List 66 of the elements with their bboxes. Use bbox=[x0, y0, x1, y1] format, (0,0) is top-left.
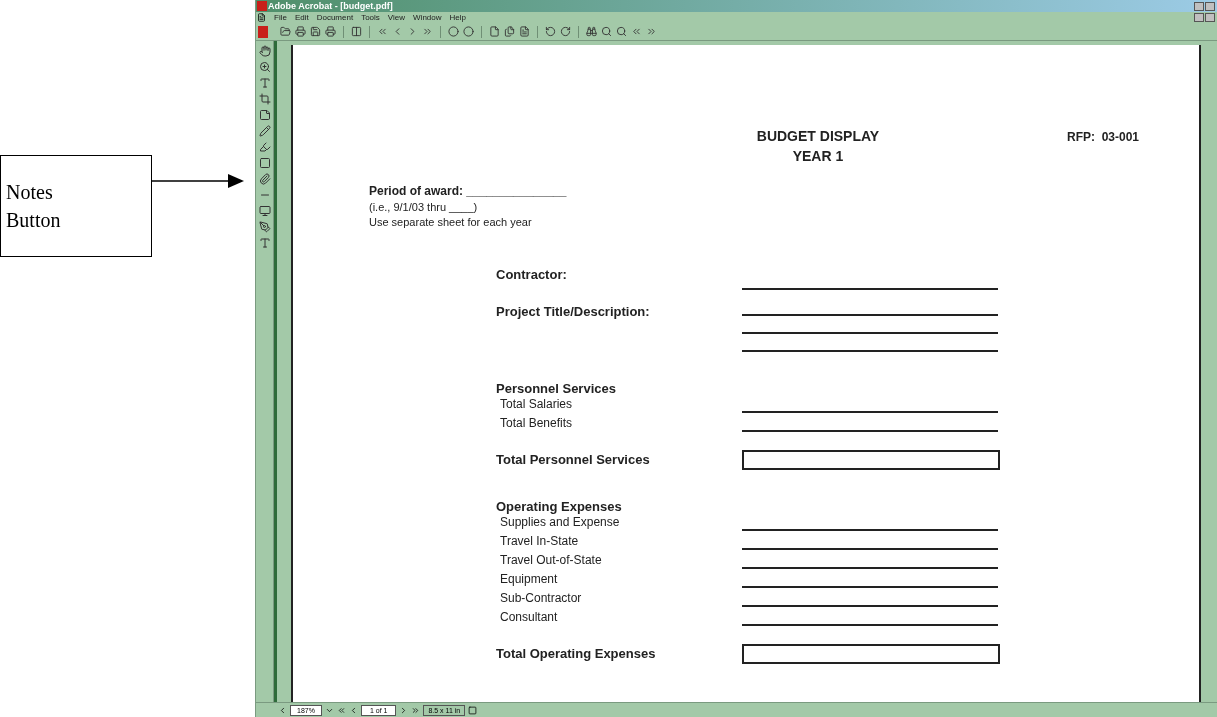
form-label: Sub-Contractor bbox=[499, 590, 583, 607]
pages-icon[interactable] bbox=[504, 26, 515, 37]
year-label: YEAR 1 bbox=[792, 147, 844, 166]
form-label: Total Personnel Services bbox=[496, 451, 651, 470]
highlighter-icon[interactable] bbox=[258, 141, 271, 153]
last-page-icon[interactable] bbox=[411, 705, 421, 715]
form-label: Travel Out-of-State bbox=[499, 552, 603, 569]
document-icon[interactable] bbox=[519, 26, 530, 37]
hand-icon[interactable] bbox=[258, 45, 271, 57]
pen-icon[interactable] bbox=[258, 221, 271, 233]
form-label: Supplies and Expense bbox=[499, 514, 621, 531]
menu-item[interactable]: File bbox=[274, 13, 287, 22]
document-icon bbox=[257, 13, 266, 22]
form-label: Travel In-State bbox=[499, 533, 580, 550]
page-layout-icon[interactable] bbox=[468, 705, 478, 715]
total-field[interactable] bbox=[742, 450, 1000, 470]
pencil-icon[interactable] bbox=[258, 125, 271, 137]
search-icon[interactable] bbox=[601, 26, 612, 37]
menu-item[interactable]: Tools bbox=[361, 13, 380, 22]
form-icon[interactable] bbox=[258, 157, 271, 169]
menu-item[interactable]: View bbox=[387, 13, 406, 22]
zoom-icon[interactable] bbox=[258, 61, 271, 73]
instruction-text: (i.e., 9/1/03 thru ____) bbox=[369, 200, 479, 215]
instruction-text: Use separate sheet for each year bbox=[369, 215, 533, 230]
app-icon bbox=[257, 1, 267, 11]
search-icon[interactable] bbox=[616, 26, 627, 37]
print-icon[interactable] bbox=[325, 26, 336, 37]
text-icon[interactable] bbox=[258, 237, 271, 249]
save-icon[interactable] bbox=[310, 26, 321, 37]
form-label: Contractor: bbox=[496, 265, 568, 284]
rotate-right-icon[interactable] bbox=[560, 26, 571, 37]
last-page-icon[interactable] bbox=[422, 26, 433, 37]
form-label: Personnel Services bbox=[496, 381, 616, 396]
menu-item[interactable]: Help bbox=[449, 13, 466, 22]
form-label: Equipment bbox=[499, 571, 559, 588]
form-label: Consultant bbox=[499, 609, 559, 626]
form-label: Total Operating Expenses bbox=[496, 645, 657, 664]
menu-item[interactable]: Document bbox=[316, 13, 354, 22]
columns-icon[interactable] bbox=[351, 26, 362, 37]
callout-label: Notes Button bbox=[6, 180, 62, 233]
open-icon[interactable] bbox=[280, 26, 291, 37]
note-icon[interactable] bbox=[258, 109, 271, 121]
acrobat-logo-icon bbox=[258, 25, 268, 38]
rotate-left-icon[interactable] bbox=[545, 26, 556, 37]
form-label: Total Benefits bbox=[499, 415, 574, 432]
binoculars-icon[interactable] bbox=[586, 26, 597, 37]
left-arrows-icon[interactable] bbox=[631, 26, 642, 37]
total-field[interactable] bbox=[742, 644, 1000, 664]
form-label: Operating Expenses bbox=[496, 499, 622, 514]
window-title: Adobe Acrobat - [budget.pdf] bbox=[268, 1, 393, 11]
crop-icon[interactable] bbox=[258, 93, 271, 105]
monitor-icon[interactable] bbox=[258, 205, 271, 217]
print-icon[interactable] bbox=[295, 26, 306, 37]
budget-title: BUDGET DISPLAY bbox=[756, 127, 880, 146]
rfp-number: RFP: 03-001 bbox=[1066, 129, 1139, 146]
text-icon[interactable] bbox=[258, 77, 271, 89]
first-page-icon[interactable] bbox=[336, 705, 346, 715]
paperclip-icon[interactable] bbox=[258, 173, 271, 185]
menu-item[interactable]: Edit bbox=[294, 13, 309, 22]
period-of-award: Period of award: _______________ bbox=[369, 183, 568, 200]
right-arrows-icon[interactable] bbox=[646, 26, 657, 37]
form-label: Total Salaries bbox=[499, 396, 574, 413]
menu-item[interactable]: Window bbox=[413, 13, 442, 22]
form-label: Project Title/Description: bbox=[496, 303, 651, 321]
page-icon[interactable] bbox=[489, 26, 500, 37]
first-page-icon[interactable] bbox=[377, 26, 388, 37]
